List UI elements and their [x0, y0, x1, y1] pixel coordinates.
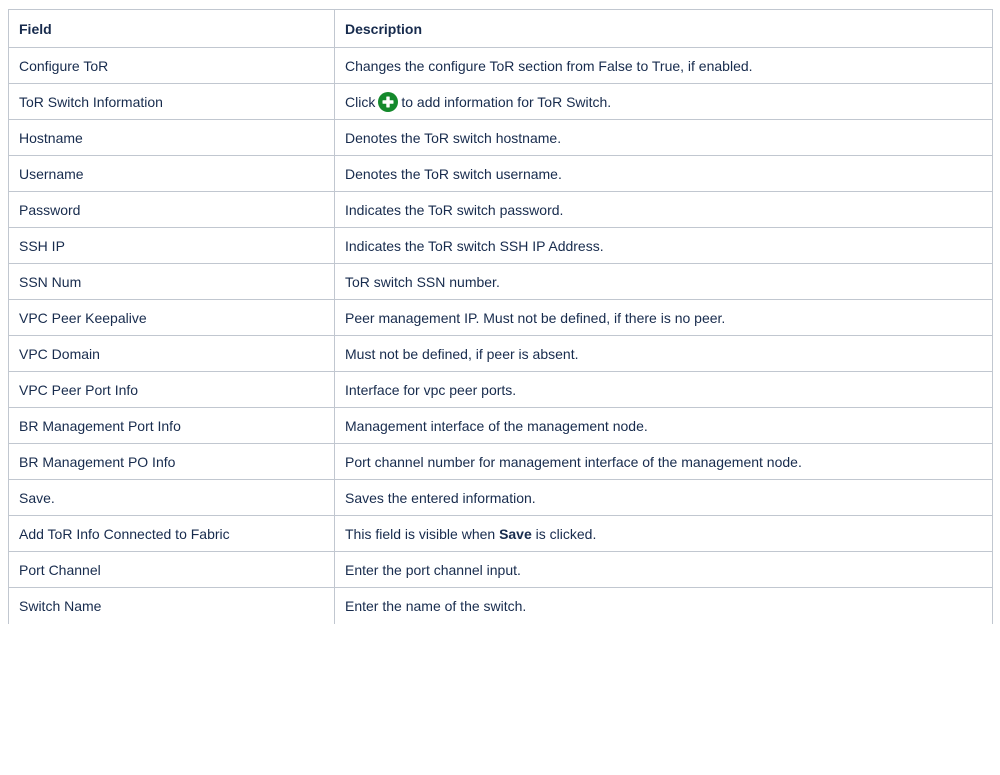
table-row: Username Denotes the ToR switch username… — [8, 155, 993, 192]
field-cell: VPC Domain — [8, 335, 335, 372]
description-text-before: This field is visible when — [345, 525, 496, 542]
table-row: VPC Peer Keepalive Peer management IP. M… — [8, 299, 993, 336]
description-cell: Click to add information for ToR Switch. — [334, 83, 993, 120]
description-text-after: to add information for ToR Switch. — [401, 93, 612, 110]
table-row: Switch Name Enter the name of the switch… — [8, 587, 993, 624]
table-row: BR Management PO Info Port channel numbe… — [8, 443, 993, 480]
description-text-before: Click — [345, 93, 376, 110]
field-cell: VPC Peer Keepalive — [8, 299, 335, 336]
table-row: Add ToR Info Connected to Fabric This fi… — [8, 515, 993, 552]
description-cell: Peer management IP. Must not be defined,… — [334, 299, 993, 336]
table-row: SSH IP Indicates the ToR switch SSH IP A… — [8, 227, 993, 264]
description-cell: Enter the port channel input. — [334, 551, 993, 588]
table-row: Configure ToR Changes the configure ToR … — [8, 47, 993, 84]
description-cell: ToR switch SSN number. — [334, 263, 993, 300]
description-cell: Enter the name of the switch. — [334, 587, 993, 624]
header-description: Description — [334, 9, 993, 48]
description-text-after: is clicked. — [535, 525, 597, 542]
field-cell: Hostname — [8, 119, 335, 156]
description-cell: Management interface of the management n… — [334, 407, 993, 444]
field-cell: Switch Name — [8, 587, 335, 624]
table-row: ToR Switch Information Click to add infor… — [8, 83, 993, 120]
description-cell: Indicates the ToR switch password. — [334, 191, 993, 228]
field-cell: ToR Switch Information — [8, 83, 335, 120]
field-cell: SSN Num — [8, 263, 335, 300]
table-row: VPC Domain Must not be defined, if peer … — [8, 335, 993, 372]
description-cell: Must not be defined, if peer is absent. — [334, 335, 993, 372]
table-row: VPC Peer Port Info Interface for vpc pee… — [8, 371, 993, 408]
field-cell: SSH IP — [8, 227, 335, 264]
table-row: Password Indicates the ToR switch passwo… — [8, 191, 993, 228]
field-cell: Add ToR Info Connected to Fabric — [8, 515, 335, 552]
field-cell: Configure ToR — [8, 47, 335, 84]
save-term: Save — [499, 525, 532, 542]
field-cell: Port Channel — [8, 551, 335, 588]
description-cell: Denotes the ToR switch username. — [334, 155, 993, 192]
fields-table: Field Description Configure ToR Changes … — [8, 9, 993, 624]
plus-circle-icon[interactable] — [378, 91, 399, 112]
description-cell: Saves the entered information. — [334, 479, 993, 516]
field-cell: Save. — [8, 479, 335, 516]
description-cell: Port channel number for management inter… — [334, 443, 993, 480]
table-row: Hostname Denotes the ToR switch hostname… — [8, 119, 993, 156]
header-field: Field — [8, 9, 335, 48]
field-cell: VPC Peer Port Info — [8, 371, 335, 408]
table-row: Save. Saves the entered information. — [8, 479, 993, 516]
field-cell: BR Management Port Info — [8, 407, 335, 444]
table-row: BR Management Port Info Management inter… — [8, 407, 993, 444]
table-row: Port Channel Enter the port channel inpu… — [8, 551, 993, 588]
field-cell: Password — [8, 191, 335, 228]
table-row: SSN Num ToR switch SSN number. — [8, 263, 993, 300]
description-cell: Interface for vpc peer ports. — [334, 371, 993, 408]
field-cell: BR Management PO Info — [8, 443, 335, 480]
field-cell: Username — [8, 155, 335, 192]
description-cell: Indicates the ToR switch SSH IP Address. — [334, 227, 993, 264]
description-cell: Changes the configure ToR section from F… — [334, 47, 993, 84]
table-header-row: Field Description — [8, 9, 993, 48]
description-cell: This field is visible when Save is click… — [334, 515, 993, 552]
description-cell: Denotes the ToR switch hostname. — [334, 119, 993, 156]
